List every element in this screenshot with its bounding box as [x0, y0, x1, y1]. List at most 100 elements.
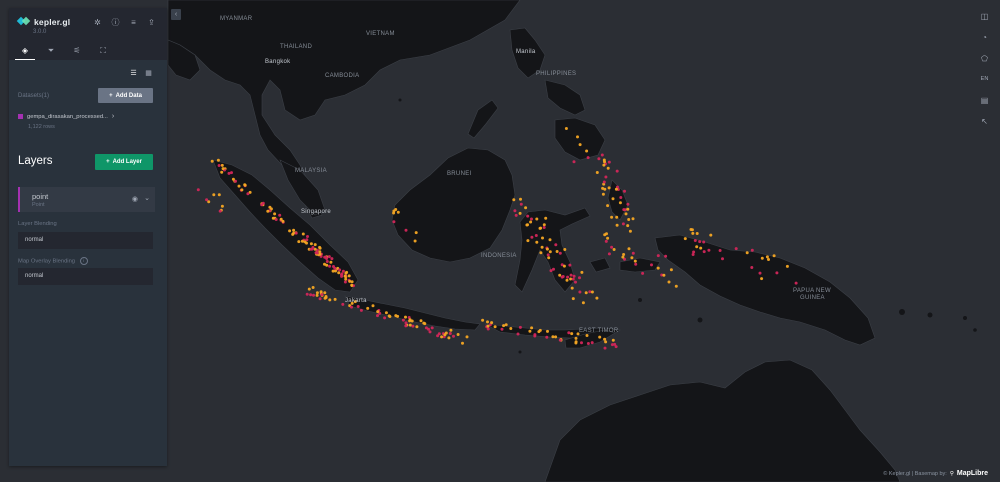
earthquake-point[interactable]	[323, 255, 327, 259]
earthquake-point[interactable]	[456, 333, 460, 336]
earthquake-point[interactable]	[610, 245, 614, 249]
earthquake-point[interactable]	[490, 321, 494, 325]
earthquake-point[interactable]	[392, 211, 396, 215]
earthquake-point[interactable]	[785, 264, 789, 268]
earthquake-point[interactable]	[571, 277, 575, 281]
earthquake-point[interactable]	[371, 304, 375, 308]
earthquake-point[interactable]	[218, 209, 222, 213]
earthquake-point[interactable]	[538, 226, 542, 230]
earthquake-point[interactable]	[539, 251, 543, 255]
earthquake-point[interactable]	[562, 264, 566, 268]
earthquake-point[interactable]	[343, 280, 347, 284]
earthquake-point[interactable]	[572, 274, 576, 278]
earthquake-point[interactable]	[600, 153, 604, 157]
earthquake-point[interactable]	[530, 235, 534, 239]
earthquake-point[interactable]	[394, 208, 398, 211]
earthquake-point[interactable]	[633, 259, 637, 263]
earthquake-point[interactable]	[604, 239, 608, 243]
earthquake-point[interactable]	[319, 290, 323, 294]
earthquake-point[interactable]	[558, 251, 562, 255]
legend-icon[interactable]: ▤	[976, 90, 993, 111]
earthquake-point[interactable]	[288, 229, 292, 233]
earthquake-point[interactable]	[427, 327, 430, 331]
earthquake-point[interactable]	[535, 217, 539, 221]
earthquake-point[interactable]	[569, 277, 573, 281]
add-data-button[interactable]: + Add Data	[98, 88, 153, 103]
earthquake-point[interactable]	[758, 271, 762, 275]
earthquake-point[interactable]	[548, 250, 552, 254]
earthquake-point[interactable]	[419, 319, 423, 323]
earthquake-point[interactable]	[323, 291, 327, 295]
earthquake-point[interactable]	[341, 269, 345, 273]
earthquake-point[interactable]	[570, 286, 574, 290]
earthquake-point[interactable]	[669, 268, 673, 272]
earthquake-point[interactable]	[542, 226, 546, 229]
earthquake-point[interactable]	[315, 291, 319, 295]
earthquake-point[interactable]	[595, 296, 599, 300]
earthquake-point[interactable]	[452, 334, 455, 338]
earthquake-point[interactable]	[328, 298, 332, 302]
earthquake-point[interactable]	[601, 192, 605, 196]
earthquake-point[interactable]	[750, 266, 754, 269]
earthquake-point[interactable]	[561, 275, 565, 278]
earthquake-point[interactable]	[529, 220, 533, 224]
earthquake-point[interactable]	[217, 164, 221, 167]
earthquake-point[interactable]	[493, 325, 497, 329]
earthquake-point[interactable]	[221, 167, 225, 171]
earthquake-point[interactable]	[567, 331, 571, 335]
earthquake-point[interactable]	[610, 215, 614, 219]
earthquake-point[interactable]	[690, 228, 694, 232]
earthquake-point[interactable]	[597, 157, 601, 161]
earthquake-point[interactable]	[734, 247, 738, 251]
3d-map-icon[interactable]: ◔	[976, 27, 993, 48]
earthquake-point[interactable]	[528, 329, 532, 333]
earthquake-point[interactable]	[312, 293, 315, 297]
earthquake-point[interactable]	[443, 333, 447, 337]
earthquake-point[interactable]	[541, 236, 544, 240]
earthquake-point[interactable]	[350, 283, 354, 287]
earthquake-point[interactable]	[401, 318, 405, 322]
earthquake-point[interactable]	[614, 187, 618, 191]
earthquake-point[interactable]	[580, 270, 584, 274]
earthquake-point[interactable]	[331, 269, 335, 273]
layer-card-point[interactable]: point Point ◉ ⌄	[18, 187, 155, 212]
earthquake-point[interactable]	[767, 258, 770, 261]
earthquake-point[interactable]	[530, 326, 534, 330]
earthquake-point[interactable]	[745, 251, 749, 255]
earthquake-point[interactable]	[534, 234, 538, 237]
earthquake-point[interactable]	[621, 222, 625, 226]
earthquake-point[interactable]	[486, 324, 490, 328]
earthquake-point[interactable]	[376, 314, 379, 318]
earthquake-point[interactable]	[546, 253, 550, 257]
earthquake-point[interactable]	[404, 228, 408, 232]
earthquake-point[interactable]	[578, 290, 582, 294]
earthquake-point[interactable]	[626, 207, 630, 211]
earthquake-point[interactable]	[772, 254, 776, 258]
earthquake-point[interactable]	[509, 327, 513, 330]
earthquake-point[interactable]	[388, 315, 392, 318]
earthquake-point[interactable]	[337, 271, 341, 275]
earthquake-point[interactable]	[212, 193, 216, 197]
earthquake-point[interactable]	[683, 237, 687, 241]
earthquake-point[interactable]	[344, 277, 348, 281]
earthquake-point[interactable]	[231, 177, 235, 181]
earthquake-point[interactable]	[343, 274, 347, 278]
layer-name[interactable]: point	[32, 192, 48, 201]
earthquake-point[interactable]	[691, 253, 695, 256]
earthquake-point[interactable]	[606, 166, 610, 170]
earthquake-point[interactable]	[554, 335, 558, 339]
earthquake-point[interactable]	[220, 204, 224, 208]
earthquake-point[interactable]	[540, 245, 544, 249]
earthquake-point[interactable]	[415, 325, 419, 329]
chevron-right-icon[interactable]: ›	[112, 113, 114, 120]
earthquake-point[interactable]	[630, 256, 634, 260]
earthquake-point[interactable]	[571, 297, 575, 301]
earthquake-point[interactable]	[526, 239, 530, 243]
earthquake-point[interactable]	[634, 262, 638, 266]
earthquake-point[interactable]	[481, 318, 485, 322]
earthquake-point[interactable]	[554, 243, 558, 247]
earthquake-point[interactable]	[306, 235, 309, 238]
earthquake-point[interactable]	[615, 223, 619, 227]
earthquake-point[interactable]	[551, 335, 555, 339]
earthquake-point[interactable]	[333, 266, 337, 270]
